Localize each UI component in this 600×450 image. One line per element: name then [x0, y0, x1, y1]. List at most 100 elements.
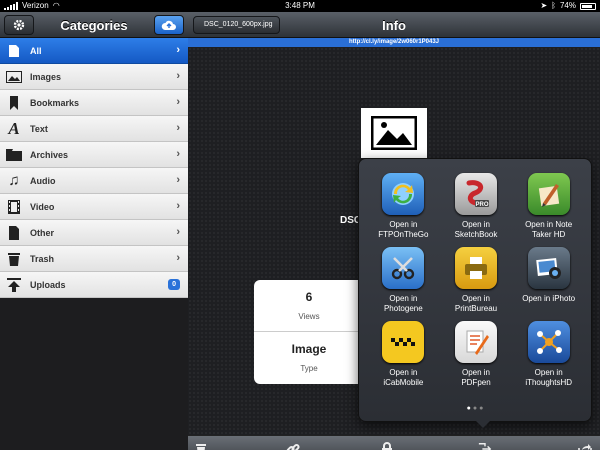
share-url[interactable]: http://cl.ly/image/2w060r1P043J — [188, 38, 600, 47]
app-grid: Open in FTPOnTheGo PRO Open in SketchBoo… — [367, 173, 585, 388]
file-icon — [6, 43, 22, 59]
category-label: All — [30, 45, 42, 56]
cloud-upload-icon — [161, 20, 176, 30]
battery-icon — [580, 2, 596, 10]
category-label: Other — [30, 227, 55, 238]
open-in-popover: Open in FTPOnTheGo PRO Open in SketchBoo… — [358, 158, 593, 428]
ftponthego-app-icon — [382, 173, 425, 215]
svg-text:PRO: PRO — [475, 202, 488, 208]
status-time: 3:48 PM — [285, 1, 315, 10]
page-indicator[interactable]: ●●● — [359, 405, 593, 412]
printbureau-app-icon — [454, 247, 497, 289]
lock-icon — [382, 442, 392, 450]
chevron-right-icon: › — [176, 252, 180, 264]
popover-arrow — [476, 421, 490, 428]
category-label: Audio — [30, 175, 56, 186]
open-in-pdfpen[interactable]: Open in PDFpen — [440, 321, 513, 388]
type-value: Image — [291, 342, 327, 356]
archive-icon — [6, 147, 22, 163]
open-in-sketchbook[interactable]: PRO Open in SketchBook — [440, 173, 513, 240]
categories-nav-bar: Categories — [0, 12, 188, 38]
app-label-line2: FTPOnTheGo — [378, 230, 429, 239]
cloud-upload-button[interactable] — [154, 15, 184, 35]
category-item-audio[interactable]: ♫ Audio › — [0, 168, 188, 194]
category-item-images[interactable]: Images › — [0, 64, 188, 90]
chevron-right-icon: › — [176, 96, 180, 108]
link-icon — [286, 443, 300, 450]
stats-card: 6 Views Image Type — [254, 280, 364, 384]
category-item-trash[interactable]: Trash › — [0, 246, 188, 272]
app-label-line1: Open in — [461, 220, 490, 229]
app-label-line2: SketchBook — [454, 230, 498, 239]
category-item-other[interactable]: Other › — [0, 220, 188, 246]
film-icon — [6, 199, 22, 215]
image-icon — [371, 116, 417, 150]
chevron-right-icon: › — [176, 148, 180, 160]
category-label: Text — [30, 123, 48, 134]
note-taker-hd-app-icon — [527, 173, 570, 215]
open-in-iphoto[interactable]: Open in iPhoto — [512, 247, 585, 314]
music-icon: ♫ — [8, 172, 20, 189]
chevron-right-icon: › — [176, 174, 180, 186]
trash-icon — [6, 251, 22, 267]
app-label-line1: Open in — [389, 368, 418, 377]
status-bar: Verizon ◠ 3:48 PM ➤ ᛒ 74% — [0, 0, 600, 12]
category-label: Uploads — [30, 279, 66, 290]
views-value: 6 — [305, 290, 313, 304]
app-label-line2: iCabMobile — [383, 378, 424, 387]
trash-icon — [196, 443, 206, 450]
chevron-right-icon: › — [176, 122, 180, 134]
app-label-line1: Open in — [389, 294, 418, 303]
text-icon: A — [8, 118, 20, 138]
lock-button[interactable] — [380, 442, 394, 450]
open-in-photogene[interactable]: Open in Photogene — [367, 247, 440, 314]
open-in-printbureau[interactable]: Open in PrintBureau — [440, 247, 513, 314]
document-icon — [6, 225, 22, 241]
app-label-line2: Taker HD — [531, 230, 566, 239]
app-label-line2: iThoughtsHD — [525, 378, 572, 387]
category-label: Video — [30, 201, 55, 212]
app-label-line2: PDFpen — [461, 378, 491, 387]
upload-icon — [6, 277, 22, 293]
views-stat: 6 Views — [254, 280, 364, 332]
category-list: All › Images › Bookmarks › A Text › Arch… — [0, 38, 188, 298]
open-in-ftponthego[interactable]: Open in FTPOnTheGo — [367, 173, 440, 240]
copy-link-button[interactable] — [286, 442, 300, 450]
pdfpen-app-icon — [454, 321, 497, 363]
type-label: Type — [300, 364, 318, 373]
chevron-right-icon: › — [176, 226, 180, 238]
info-nav-bar: DSC_0120_600px.jpg Info — [188, 12, 600, 38]
open-in-button[interactable] — [478, 442, 492, 450]
category-item-archives[interactable]: Archives › — [0, 142, 188, 168]
photogene-app-icon — [382, 247, 425, 289]
categories-panel: Categories All › Images › Bookmarks › A … — [0, 12, 188, 450]
battery-percent: 74% — [559, 1, 576, 10]
app-label-line1: Open in — [461, 368, 490, 377]
image-icon — [6, 69, 22, 85]
category-label: Trash — [30, 253, 55, 264]
chevron-right-icon: › — [176, 200, 180, 212]
category-item-video[interactable]: Video › — [0, 194, 188, 220]
iphoto-app-icon — [527, 247, 570, 289]
uploads-count-badge: 0 — [168, 279, 180, 290]
app-label-line1: Open in — [534, 368, 563, 377]
delete-button[interactable] — [194, 442, 208, 450]
open-in-icabmobile[interactable]: Open in iCabMobile — [367, 321, 440, 388]
category-item-bookmarks[interactable]: Bookmarks › — [0, 90, 188, 116]
app-label-line2: PrintBureau — [454, 304, 498, 313]
page-dot[interactable]: ● — [479, 405, 485, 412]
open-in-ithoughtshd[interactable]: Open in iThoughtsHD — [512, 321, 585, 388]
share-icon — [578, 444, 592, 450]
open-in-icon — [478, 443, 492, 450]
file-preview — [361, 108, 427, 158]
category-item-all[interactable]: All › — [0, 38, 188, 64]
share-button[interactable] — [578, 442, 592, 450]
category-label: Bookmarks — [30, 97, 80, 108]
category-label: Images — [30, 71, 62, 82]
open-in-note-taker-hd[interactable]: Open in Note Taker HD — [512, 173, 585, 240]
app-label-line1: Open in — [461, 294, 490, 303]
chevron-right-icon: › — [176, 44, 180, 56]
category-item-text[interactable]: A Text › — [0, 116, 188, 142]
category-item-uploads[interactable]: Uploads 0 — [0, 272, 188, 298]
bluetooth-icon: ᛒ — [551, 1, 556, 10]
